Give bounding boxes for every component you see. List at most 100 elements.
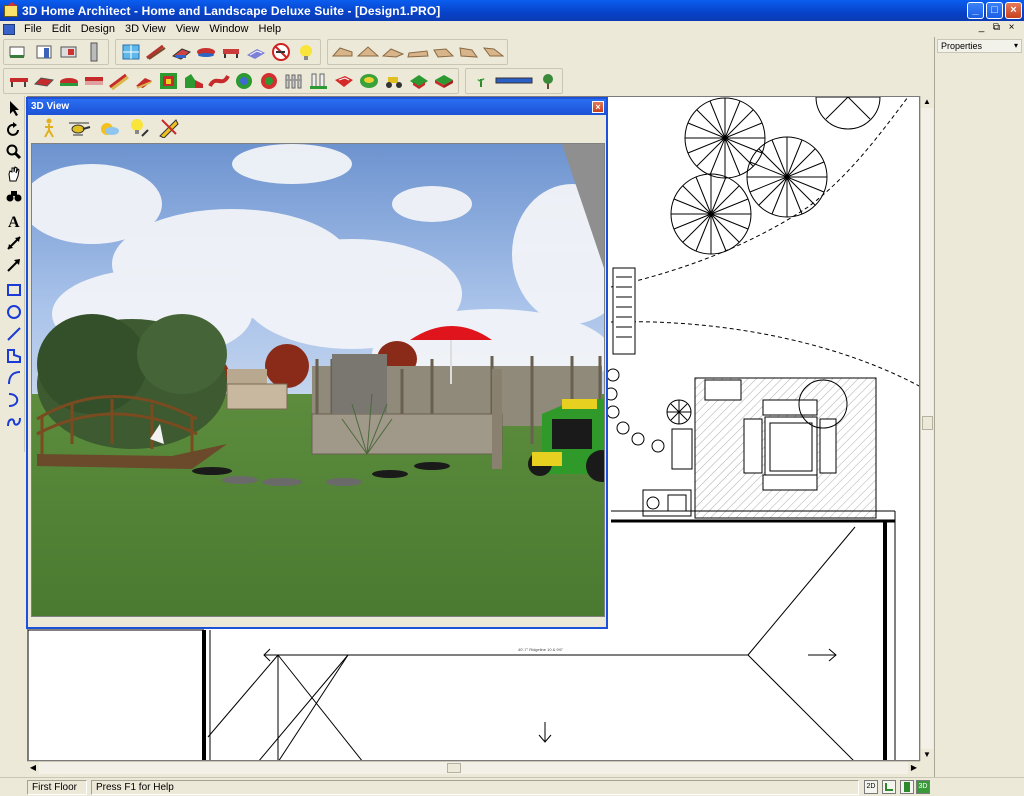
picket-fence-icon[interactable] [307, 70, 330, 92]
paver-icon[interactable] [244, 41, 267, 63]
no-smoking-icon[interactable] [269, 41, 292, 63]
blue-bar-icon[interactable] [494, 70, 534, 92]
rail-red-4-icon[interactable] [82, 70, 105, 92]
roof-plane-4-icon[interactable] [406, 41, 429, 63]
wall-icon[interactable] [7, 41, 30, 63]
stairs-icon[interactable] [82, 41, 105, 63]
curve-icon[interactable] [3, 389, 24, 410]
app-house-icon [4, 1, 18, 17]
view-elevation-button[interactable] [900, 780, 914, 794]
door-icon[interactable] [32, 41, 55, 63]
close-button[interactable]: × [1005, 2, 1022, 19]
deck-railing-icon[interactable] [144, 41, 167, 63]
rectangle-icon[interactable] [3, 279, 24, 300]
window-controls: _ □ × [967, 2, 1022, 19]
deck-stair-icon[interactable] [107, 70, 130, 92]
ridge-dimension-label: 40'-7" Ridgeline 10 & 9'6" [518, 647, 564, 652]
roof-plane-7-icon[interactable] [481, 41, 504, 63]
sprout-icon[interactable] [469, 70, 492, 92]
rail-red-2-icon[interactable] [32, 70, 55, 92]
maximize-button[interactable]: □ [986, 2, 1003, 19]
zoom-icon[interactable] [3, 141, 24, 162]
shrub-icon[interactable] [257, 70, 280, 92]
menu-design[interactable]: Design [76, 23, 120, 35]
binoculars-icon[interactable] [3, 185, 24, 206]
help-status: Press F1 for Help [91, 780, 859, 795]
minimize-button[interactable]: _ [967, 2, 984, 19]
mdi-restore-button[interactable]: ⧉ [990, 22, 1003, 34]
menu-3d-view[interactable]: 3D View [120, 23, 171, 35]
rock-icon[interactable] [332, 70, 355, 92]
horizontal-scroll-thumb[interactable] [447, 763, 461, 773]
walk-person-icon[interactable] [35, 116, 63, 140]
roof-plane-2-icon[interactable] [356, 41, 379, 63]
line-arrow-icon[interactable] [3, 254, 24, 275]
terrain-icon[interactable] [182, 70, 205, 92]
vertical-scroll-thumb[interactable] [922, 416, 933, 430]
menu-edit[interactable]: Edit [47, 23, 76, 35]
text-icon[interactable]: A [3, 210, 24, 231]
chevron-down-icon: ▾ [1013, 41, 1018, 50]
view-3d-button[interactable]: 3D [916, 780, 930, 794]
garden-bed-icon[interactable] [407, 70, 430, 92]
horizontal-scrollbar[interactable]: ◀ ▶ [27, 761, 920, 774]
polygon-icon[interactable] [3, 345, 24, 366]
circle-icon[interactable] [3, 301, 24, 322]
menu-view[interactable]: View [171, 23, 205, 35]
arc-icon[interactable] [3, 367, 24, 388]
3d-view-close-button[interactable]: × [592, 101, 604, 113]
rail-red-icon[interactable] [7, 70, 30, 92]
scroll-up-button[interactable]: ▲ [921, 96, 933, 108]
floor-indicator[interactable]: First Floor [27, 780, 87, 795]
menu-window[interactable]: Window [204, 23, 253, 35]
line-icon[interactable] [3, 323, 24, 344]
scroll-left-button[interactable]: ◀ [27, 762, 39, 774]
ruler-icon[interactable] [155, 116, 183, 140]
roof-plane-6-icon[interactable] [456, 41, 479, 63]
spline-icon[interactable] [3, 411, 24, 432]
toolbar-row-1 [0, 38, 514, 66]
window-icon[interactable] [57, 41, 80, 63]
mdi-close-button[interactable]: × [1005, 22, 1018, 34]
deck-icon[interactable] [169, 41, 192, 63]
mdi-minimize-button[interactable]: _ [975, 22, 988, 34]
globe-icon[interactable] [357, 70, 380, 92]
tractor-icon[interactable] [382, 70, 405, 92]
scroll-down-button[interactable]: ▼ [921, 749, 933, 761]
planting-bed-icon[interactable] [157, 70, 180, 92]
roof-plane-3-icon[interactable] [381, 41, 404, 63]
landscape-tools-group [115, 39, 321, 65]
ground-icon[interactable] [232, 70, 255, 92]
roof-plane-5-icon[interactable] [431, 41, 454, 63]
garden-bed-2-icon[interactable] [432, 70, 455, 92]
tree-icon[interactable] [536, 70, 559, 92]
pan-hand-icon[interactable] [3, 163, 24, 184]
table-icon[interactable] [219, 41, 242, 63]
dashed-boundary [610, 321, 919, 387]
bench-icon[interactable] [194, 41, 217, 63]
fence-icon[interactable] [282, 70, 305, 92]
dimension-icon[interactable] [3, 232, 24, 253]
menu-help[interactable]: Help [254, 23, 287, 35]
select-arrow-icon[interactable] [3, 97, 24, 118]
lightbulb-icon[interactable] [125, 116, 153, 140]
3d-view-titlebar[interactable]: 3D View × [28, 99, 606, 115]
rail-red-3-icon[interactable] [57, 70, 80, 92]
tree-symbol [815, 97, 881, 130]
sun-icon[interactable] [95, 116, 123, 140]
3d-scene-viewport[interactable] [31, 143, 605, 617]
deck-stair-2-icon[interactable] [132, 70, 155, 92]
helicopter-icon[interactable] [65, 116, 93, 140]
document-icon[interactable] [3, 23, 15, 35]
light-icon[interactable] [294, 41, 317, 63]
rotate-icon[interactable] [3, 119, 24, 140]
properties-dropdown[interactable]: Properties ▾ [937, 39, 1022, 53]
window-pane-icon[interactable] [119, 41, 142, 63]
roof-plane-1-icon[interactable] [331, 41, 354, 63]
view-2d-button[interactable]: 2D [864, 780, 878, 794]
path-icon[interactable] [207, 70, 230, 92]
view-plan-button[interactable] [882, 780, 896, 794]
vertical-scrollbar[interactable]: ▲ ▼ [920, 96, 933, 761]
scroll-right-button[interactable]: ▶ [908, 762, 920, 774]
menu-file[interactable]: File [19, 23, 47, 35]
